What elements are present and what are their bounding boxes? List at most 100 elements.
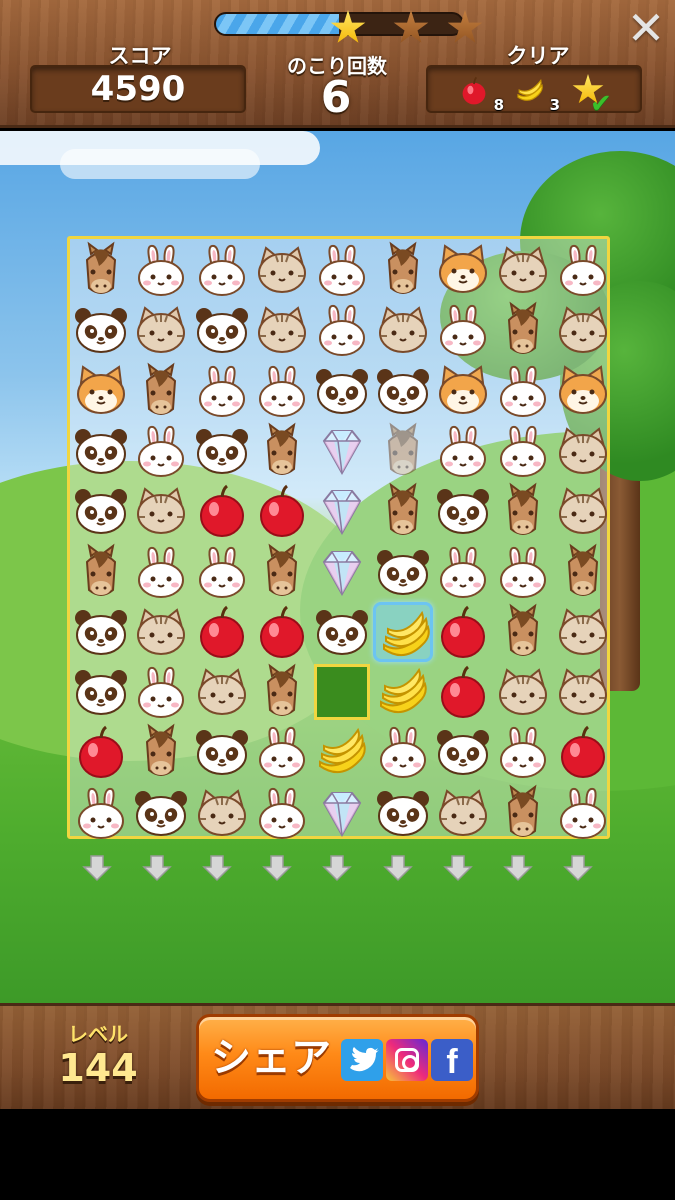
rabbit-tile[interactable] bbox=[192, 361, 252, 421]
rabbit-tile[interactable] bbox=[373, 722, 433, 782]
cat-tile[interactable] bbox=[252, 300, 312, 360]
rabbit-tile[interactable] bbox=[252, 361, 312, 421]
apple-tile[interactable] bbox=[433, 602, 493, 662]
cat-tile[interactable] bbox=[373, 300, 433, 360]
rabbit-tile[interactable] bbox=[493, 361, 553, 421]
panda-tile[interactable] bbox=[71, 421, 131, 481]
apple-tile[interactable] bbox=[252, 481, 312, 541]
cat-tile[interactable] bbox=[252, 240, 312, 300]
cat-tile[interactable] bbox=[131, 300, 191, 360]
panda-tile[interactable] bbox=[192, 300, 252, 360]
shiba-tile[interactable] bbox=[553, 361, 613, 421]
banana-tile[interactable] bbox=[372, 601, 433, 662]
panda-tile[interactable] bbox=[131, 783, 191, 843]
rabbit-tile[interactable] bbox=[131, 662, 191, 722]
twitter-icon[interactable] bbox=[341, 1039, 383, 1081]
diamond-tile[interactable] bbox=[312, 783, 372, 843]
rabbit-tile[interactable] bbox=[493, 722, 553, 782]
rabbit-icon bbox=[258, 365, 305, 417]
cat-tile[interactable] bbox=[131, 481, 191, 541]
shiba-tile[interactable] bbox=[433, 240, 493, 300]
apple-tile[interactable] bbox=[553, 722, 613, 782]
cat-tile[interactable] bbox=[192, 783, 252, 843]
rabbit-tile[interactable] bbox=[192, 240, 252, 300]
rabbit-tile[interactable] bbox=[71, 783, 131, 843]
shiba-tile[interactable] bbox=[71, 361, 131, 421]
horse-tile[interactable] bbox=[71, 542, 131, 602]
horse-tile[interactable] bbox=[131, 361, 191, 421]
horse-tile[interactable] bbox=[131, 722, 191, 782]
rabbit-tile[interactable] bbox=[131, 421, 191, 481]
panda-tile[interactable] bbox=[71, 300, 131, 360]
horse-tile[interactable] bbox=[252, 421, 312, 481]
shiba-tile[interactable] bbox=[433, 361, 493, 421]
horse-tile[interactable] bbox=[373, 240, 433, 300]
rabbit-tile[interactable] bbox=[252, 783, 312, 843]
diamond-tile[interactable] bbox=[312, 542, 372, 602]
horse-tile[interactable] bbox=[71, 240, 131, 300]
diamond-tile[interactable] bbox=[312, 481, 372, 541]
cat-tile[interactable] bbox=[553, 662, 613, 722]
game-board[interactable] bbox=[67, 236, 610, 839]
banana-tile[interactable] bbox=[312, 722, 372, 782]
panda-tile[interactable] bbox=[373, 542, 433, 602]
horse-tile[interactable] bbox=[493, 602, 553, 662]
apple-tile[interactable] bbox=[252, 602, 312, 662]
rabbit-tile[interactable] bbox=[192, 542, 252, 602]
panda-tile[interactable] bbox=[192, 421, 252, 481]
rabbit-icon bbox=[439, 425, 486, 477]
banana-icon bbox=[517, 79, 543, 101]
horse-tile[interactable] bbox=[252, 542, 312, 602]
apple-tile[interactable] bbox=[433, 662, 493, 722]
cat-tile[interactable] bbox=[192, 662, 252, 722]
panda-tile[interactable] bbox=[433, 722, 493, 782]
diamond-tile[interactable] bbox=[312, 421, 372, 481]
apple-tile[interactable] bbox=[71, 722, 131, 782]
cat-tile[interactable] bbox=[553, 481, 613, 541]
horse-tile[interactable] bbox=[553, 542, 613, 602]
apple-tile[interactable] bbox=[192, 602, 252, 662]
rabbit-tile[interactable] bbox=[131, 542, 191, 602]
rabbit-tile[interactable] bbox=[312, 240, 372, 300]
panda-tile[interactable] bbox=[71, 662, 131, 722]
cat-tile[interactable] bbox=[553, 421, 613, 481]
cat-tile[interactable] bbox=[493, 662, 553, 722]
diamond-icon bbox=[322, 490, 362, 536]
panda-tile[interactable] bbox=[192, 722, 252, 782]
rabbit-tile[interactable] bbox=[312, 300, 372, 360]
rabbit-tile[interactable] bbox=[493, 421, 553, 481]
horse-tile[interactable] bbox=[493, 783, 553, 843]
panda-tile[interactable] bbox=[312, 361, 372, 421]
close-icon[interactable]: ✕ bbox=[624, 5, 668, 52]
rabbit-tile[interactable] bbox=[493, 542, 553, 602]
instagram-icon[interactable] bbox=[386, 1039, 428, 1081]
cat-tile[interactable] bbox=[493, 240, 553, 300]
horse-tile[interactable] bbox=[252, 662, 312, 722]
facebook-icon[interactable]: f bbox=[431, 1039, 473, 1081]
panda-tile[interactable] bbox=[373, 361, 433, 421]
panda-tile[interactable] bbox=[373, 783, 433, 843]
apple-tile[interactable] bbox=[192, 481, 252, 541]
cat-tile[interactable] bbox=[553, 300, 613, 360]
panda-tile[interactable] bbox=[71, 602, 131, 662]
horse-tile[interactable] bbox=[373, 421, 433, 481]
diamond-icon bbox=[322, 550, 362, 596]
cat-tile[interactable] bbox=[131, 602, 191, 662]
rabbit-tile[interactable] bbox=[433, 542, 493, 602]
rabbit-tile[interactable] bbox=[433, 421, 493, 481]
cat-tile[interactable] bbox=[553, 602, 613, 662]
rabbit-tile[interactable] bbox=[433, 300, 493, 360]
cat-tile[interactable] bbox=[433, 783, 493, 843]
horse-tile[interactable] bbox=[493, 300, 553, 360]
horse-tile[interactable] bbox=[373, 481, 433, 541]
rabbit-tile[interactable] bbox=[553, 240, 613, 300]
banana-tile[interactable] bbox=[373, 662, 433, 722]
panda-tile[interactable] bbox=[433, 481, 493, 541]
panda-tile[interactable] bbox=[71, 481, 131, 541]
rabbit-tile[interactable] bbox=[553, 783, 613, 843]
share-button[interactable]: シェア f bbox=[196, 1014, 479, 1102]
rabbit-tile[interactable] bbox=[131, 240, 191, 300]
rabbit-tile[interactable] bbox=[252, 722, 312, 782]
horse-tile[interactable] bbox=[493, 481, 553, 541]
panda-tile[interactable] bbox=[312, 602, 372, 662]
